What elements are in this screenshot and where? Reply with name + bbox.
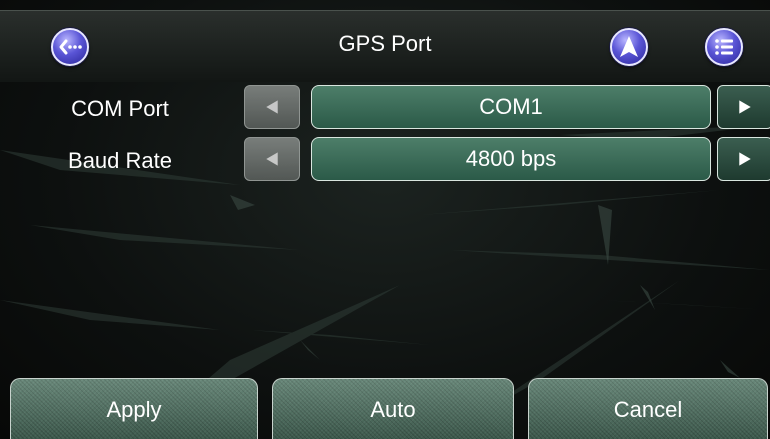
triangle-left-icon (266, 100, 278, 114)
menu-button[interactable] (705, 28, 743, 66)
page-title: GPS Port (338, 31, 432, 56)
baud-rate-label: Baud Rate (68, 148, 172, 173)
triangle-right-icon (739, 152, 751, 166)
navigate-button[interactable] (610, 28, 648, 66)
com-port-next-button[interactable] (717, 85, 770, 129)
auto-button[interactable]: Auto (272, 378, 514, 439)
title-bar: GPS Port (0, 10, 770, 82)
gps-port-screen: GPS Port COM Port COM1 Baud Rate 4800 bp… (0, 0, 770, 439)
list-menu-icon (715, 39, 733, 55)
com-port-prev-button[interactable] (244, 85, 300, 129)
baud-rate-value: 4800 bps (311, 137, 711, 181)
com-port-value: COM1 (311, 85, 711, 129)
triangle-left-icon (266, 152, 278, 166)
baud-rate-next-button[interactable] (717, 137, 770, 181)
cancel-button[interactable]: Cancel (528, 378, 768, 439)
back-button[interactable] (51, 28, 89, 66)
com-port-label: COM Port (71, 96, 169, 121)
triangle-right-icon (739, 100, 751, 114)
back-ellipsis-icon (59, 39, 82, 55)
apply-button[interactable]: Apply (10, 378, 258, 439)
baud-rate-prev-button[interactable] (244, 137, 300, 181)
navigation-arrow-icon (620, 36, 638, 57)
